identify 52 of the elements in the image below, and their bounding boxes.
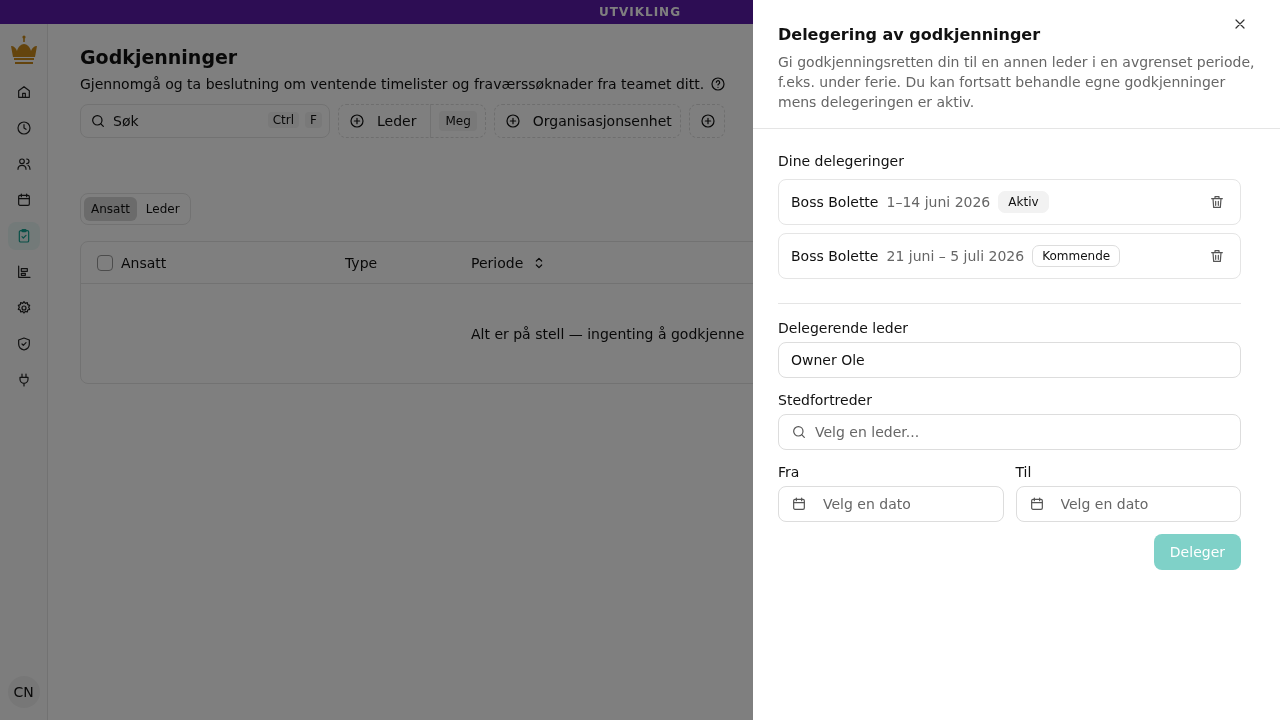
status-badge: Kommende [1032,245,1121,267]
filter-label: Leder [377,113,417,129]
input-field[interactable]: Velg en leder... [778,414,1241,450]
status-badge: Aktiv [998,191,1049,213]
input-field[interactable]: Velg en dato [778,486,1004,522]
user-avatar[interactable]: CN [7,676,40,708]
page-title: Godkjenninger [80,46,238,68]
delegate-name: Boss Bolette [791,194,879,210]
calendar-icon [791,496,807,512]
field-label: Stedfortreder [778,392,873,408]
trash-icon [1209,194,1225,210]
trash-icon [1209,248,1225,264]
delegate-name: Boss Bolette [791,248,879,264]
search-icon [791,424,807,440]
column-header: Type [345,254,378,271]
shortcut-key: F [305,112,322,128]
home-icon [15,84,32,100]
delegation-period: 1–14 juni 2026 [886,194,991,210]
calendar-icon [1028,496,1045,512]
search-icon [90,113,106,129]
field-label: Fra [778,464,801,480]
input-field[interactable]: Owner Ole [778,342,1241,378]
field-label: Delegerende leder [778,320,910,336]
select-all-checkbox[interactable] [97,254,113,271]
add-circle-icon [504,113,521,129]
section-label: Dine delegeringer [778,153,905,169]
segment-tab[interactable]: Ansatt [84,197,137,221]
users-icon [15,156,32,172]
filter-chip[interactable]: Organisasjonsenhet [493,104,681,138]
add-circle-icon [349,113,365,129]
empty-message: Alt er på stell — ingenting å godkjenne [471,325,745,342]
clock-icon [15,120,32,136]
help-icon [710,76,727,92]
filter-chip[interactable]: Leder Meg [338,104,486,138]
panel-description: Gi godkjenningsretten din til en annen leder i en avgrenset periode, f.eks. under ferie. Du kan fortsatt behandle egne godkjenninger mens delegeringen er aktiv. [778,53,1255,112]
panel-title: Delegering av godkjenninger [778,25,1042,44]
shortcut-key: Ctrl [267,112,300,128]
field-label: Til [1015,464,1033,480]
delegation-period: 21 juni – 5 juli 2026 [886,248,1025,264]
filter-label: Organisasjonsenhet [532,113,672,129]
input-field[interactable]: Velg en dato [1015,486,1241,522]
shield-icon [15,336,32,352]
column-header: Ansatt [121,254,167,271]
calendar-icon [15,192,32,208]
column-header: Periode [471,254,524,271]
segment-tab[interactable]: Leder [138,197,187,221]
add-circle-icon [699,113,716,129]
filter-value: Meg [439,111,477,131]
settings-icon [15,300,32,316]
page-subtitle: Gjennomgå og ta beslutning om ventende timelister og fraværssøknader fra teamet ditt. [80,76,705,92]
filter-chip[interactable] [688,104,725,138]
chart-icon [15,264,32,280]
